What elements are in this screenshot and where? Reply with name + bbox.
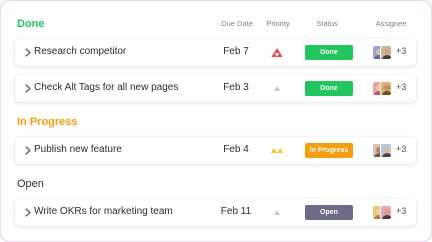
task-board: Due Date Priority Status Assignee Done R…: [0, 0, 432, 242]
assignee-avatars[interactable]: [372, 45, 394, 60]
assignee-avatars[interactable]: [372, 81, 394, 96]
chevron-right-icon[interactable]: [23, 207, 33, 218]
column-header-priority[interactable]: Priority: [261, 19, 295, 28]
due-date: Feb 4: [223, 144, 249, 155]
task-name[interactable]: Write OKRs for marketing team: [34, 206, 173, 217]
assignee-more-count[interactable]: +3: [396, 82, 406, 92]
group-title-in-progress[interactable]: In Progress: [17, 116, 78, 128]
avatar: [380, 205, 392, 220]
task-row[interactable]: Publish new feature Feb 4 In Progress +3: [15, 137, 416, 164]
task-row[interactable]: Research competitor Feb 7 Done +3: [15, 39, 416, 66]
priority-low-icon[interactable]: [267, 208, 287, 217]
avatar: [380, 81, 392, 96]
status-badge[interactable]: Open: [305, 205, 353, 220]
assignee-avatars[interactable]: [372, 143, 394, 158]
status-badge[interactable]: Done: [305, 81, 353, 96]
avatar: [380, 45, 392, 60]
column-header-assignee[interactable]: Assignee: [369, 19, 413, 28]
task-name[interactable]: Check Alt Tags for all new pages: [34, 82, 178, 93]
priority-high-icon[interactable]: [267, 48, 287, 57]
assignee-more-count[interactable]: +3: [396, 144, 406, 154]
chevron-right-icon[interactable]: [23, 145, 33, 156]
status-badge[interactable]: In Progress: [305, 143, 353, 158]
priority-medium-icon[interactable]: [267, 146, 287, 155]
due-date: Feb 3: [223, 82, 249, 93]
assignee-avatars[interactable]: [372, 205, 394, 220]
assignee-more-count[interactable]: +3: [396, 46, 406, 56]
priority-low-icon[interactable]: [267, 84, 287, 93]
group-title-done[interactable]: Done: [17, 18, 45, 30]
task-name[interactable]: Research competitor: [34, 46, 126, 57]
chevron-right-icon[interactable]: [23, 83, 33, 94]
assignee-more-count[interactable]: +3: [396, 206, 406, 216]
status-badge[interactable]: Done: [305, 45, 353, 60]
due-date: Feb 7: [223, 46, 249, 57]
column-header-status[interactable]: Status: [309, 19, 345, 28]
column-header-due-date[interactable]: Due Date: [215, 19, 259, 28]
due-date: Feb 11: [220, 206, 252, 217]
task-row[interactable]: Check Alt Tags for all new pages Feb 3 D…: [15, 75, 416, 102]
task-row[interactable]: Write OKRs for marketing team Feb 11 Ope…: [15, 199, 416, 226]
task-name[interactable]: Publish new feature: [34, 144, 122, 155]
group-title-open[interactable]: Open: [17, 178, 44, 190]
avatar: [380, 143, 392, 158]
chevron-right-icon[interactable]: [23, 47, 33, 58]
